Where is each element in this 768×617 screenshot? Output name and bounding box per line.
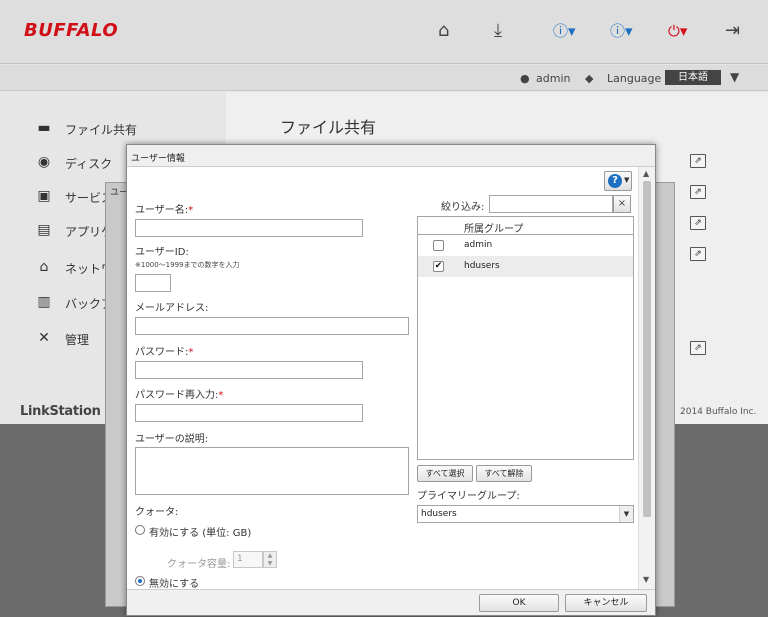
help-button[interactable]: ? ▼ <box>604 171 632 191</box>
userid-input[interactable] <box>135 274 171 292</box>
language-dropdown-icon[interactable]: ▼ <box>730 70 739 84</box>
primary-group-select[interactable]: hdusers ▼ <box>417 505 634 523</box>
password-label: パスワード:* <box>135 347 194 358</box>
linkstation-brand: LinkStation <box>20 404 101 419</box>
quota-label: クォータ: <box>135 507 179 518</box>
dialog-body: ? ▼ ユーザー名:* ユーザーID: ※1000～1999までの数字を入力 メ… <box>127 167 655 589</box>
quota-disable-label: 無効にする <box>149 579 200 589</box>
filter-input[interactable] <box>489 195 613 213</box>
power-icon[interactable]: ⏻▾ <box>668 20 687 42</box>
sidebar-item-label: ファイル共有 <box>65 123 138 137</box>
scrollbar-thumb[interactable] <box>643 181 651 517</box>
ok-button[interactable]: OK <box>479 594 559 612</box>
filter-label: 絞り込み: <box>441 202 485 213</box>
quota-capacity-label: クォータ容量: <box>167 559 231 570</box>
page-title: ファイル共有 <box>280 118 377 137</box>
download-icon[interactable]: ⤓ <box>494 20 502 42</box>
backup-icon: ▥ <box>37 294 51 310</box>
group-row-hdusers[interactable]: ✔ hdusers <box>418 256 633 277</box>
password-input[interactable] <box>135 361 363 379</box>
dialog-scrollbar[interactable]: ▲ ▼ <box>638 167 655 589</box>
language-label: Language <box>607 72 662 85</box>
network-icon: ⌂ <box>39 259 49 275</box>
sidebar-item-label: ディスク <box>65 157 113 171</box>
sidebar-item-label: 管理 <box>65 333 90 347</box>
quota-capacity-input[interactable]: 1 <box>233 551 263 568</box>
user-language-bar: ● admin ◆ Language 日本語 ▼ <box>0 65 768 91</box>
username-input[interactable] <box>135 219 363 237</box>
sidebar-item-file-share[interactable]: ▬ ファイル共有 <box>0 115 230 143</box>
userid-note: ※1000～1999までの数字を入力 <box>135 261 240 269</box>
language-select[interactable]: 日本語 <box>665 70 721 85</box>
language-icon: ◆ <box>585 72 594 85</box>
info-icon[interactable]: ⓘ▾ <box>610 20 633 42</box>
group-checkbox-hdusers[interactable]: ✔ <box>433 261 444 272</box>
quota-capacity-stepper[interactable]: ▲ ▼ <box>263 551 277 568</box>
group-list: 所属グループ admin ✔ hdusers <box>417 216 634 460</box>
userid-label: ユーザーID: <box>135 247 189 258</box>
cancel-button[interactable]: キャンセル <box>565 594 647 612</box>
select-all-button[interactable]: すべて選択 <box>417 465 473 482</box>
password-confirm-label: パスワード再入力:* <box>135 390 224 401</box>
group-checkbox-admin[interactable] <box>433 240 444 251</box>
quota-enable-radio[interactable] <box>135 525 145 535</box>
external-link-icon[interactable]: ⇗ <box>690 154 706 168</box>
quota-enable-label: 有効にする (単位: GB) <box>149 528 252 539</box>
scroll-up-icon[interactable]: ▲ <box>643 169 649 178</box>
disk-icon: ◉ <box>37 154 51 170</box>
user-icon: ● <box>520 72 530 85</box>
clear-filter-button[interactable]: × <box>613 195 631 213</box>
primary-group-label: プライマリーグループ: <box>417 491 520 502</box>
tools-icon: ✕ <box>38 330 50 346</box>
group-column-header: 所属グループ <box>464 224 524 235</box>
quota-disable-radio[interactable] <box>135 576 145 586</box>
buffalo-logo: BUFFALO <box>24 20 119 41</box>
external-link-icon[interactable]: ⇗ <box>690 247 706 261</box>
external-link-icon[interactable]: ⇗ <box>690 216 706 230</box>
service-icon: ▣ <box>37 188 51 204</box>
group-row-admin[interactable]: admin <box>418 235 633 256</box>
dialog-titlebar[interactable]: ユーザー情報 <box>127 145 655 167</box>
help-icon[interactable]: ⓘ▾ <box>553 20 576 42</box>
dialog-title: ユーザー情報 <box>131 154 185 164</box>
group-name: admin <box>464 240 493 250</box>
group-name: hdusers <box>464 261 500 271</box>
deselect-all-button[interactable]: すべて解除 <box>476 465 532 482</box>
copyright: 2014 Buffalo Inc. <box>680 407 757 417</box>
password-confirm-input[interactable] <box>135 404 363 422</box>
username-label: ユーザー名:* <box>135 205 194 216</box>
email-label: メールアドレス: <box>135 303 209 314</box>
chevron-down-icon: ▼ <box>624 176 630 184</box>
primary-group-value: hdusers <box>421 509 457 519</box>
description-label: ユーザーの説明: <box>135 434 209 445</box>
top-bar: BUFFALO ⌂ ⤓ ⓘ▾ ⓘ▾ ⏻▾ ⇥ <box>0 0 768 64</box>
description-textarea[interactable] <box>135 447 409 495</box>
current-user: admin <box>536 72 571 85</box>
external-link-icon[interactable]: ⇗ <box>690 341 706 355</box>
email-input[interactable] <box>135 317 409 335</box>
home-icon[interactable]: ⌂ <box>438 20 449 42</box>
dialog-footer: OK キャンセル <box>127 589 655 615</box>
logout-icon[interactable]: ⇥ <box>725 20 740 42</box>
app-icon: ▤ <box>37 222 51 238</box>
group-list-header: 所属グループ <box>418 217 633 235</box>
help-icon: ? <box>608 174 622 188</box>
user-info-dialog: ユーザー情報 ? ▼ ユーザー名:* ユーザーID: ※1000～1999までの… <box>126 144 656 616</box>
folder-icon: ▬ <box>37 120 51 136</box>
chevron-down-icon: ▼ <box>619 506 633 522</box>
external-link-icon[interactable]: ⇗ <box>690 185 706 199</box>
scroll-down-icon[interactable]: ▼ <box>643 575 649 584</box>
